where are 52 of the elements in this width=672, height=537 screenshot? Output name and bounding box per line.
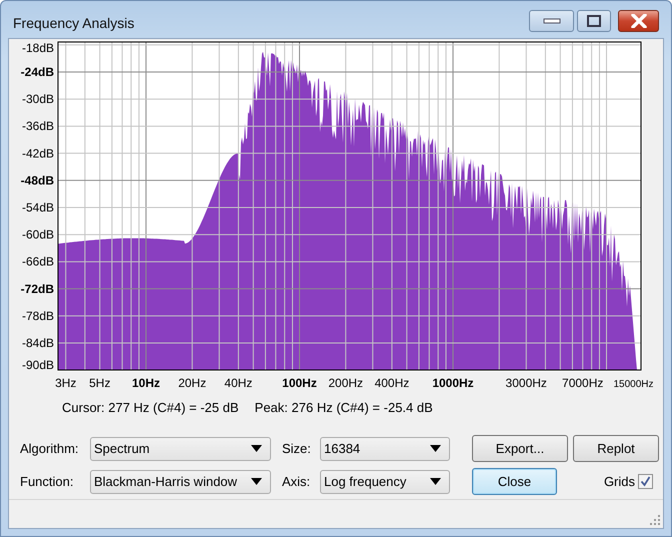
window-title: Frequency Analysis bbox=[13, 14, 134, 30]
axis-label: 10Hz bbox=[132, 376, 160, 390]
axis-label: -48dB bbox=[20, 173, 54, 188]
field-label: Function: bbox=[20, 474, 74, 489]
field-label: Axis: bbox=[282, 474, 312, 489]
maximize-icon bbox=[587, 15, 601, 27]
axis-label: -24dB bbox=[20, 65, 54, 79]
field-label: Algorithm: bbox=[20, 441, 80, 456]
dialog-button[interactable]: Export... bbox=[472, 435, 568, 462]
caret-icon bbox=[430, 445, 441, 452]
axis-label: -54dB bbox=[22, 200, 54, 214]
dropdown[interactable]: 16384 bbox=[320, 436, 450, 460]
axis-label: 400Hz bbox=[374, 376, 410, 390]
axis-label: 15000Hz bbox=[614, 379, 654, 390]
dropdown[interactable]: Blackman-Harris window bbox=[90, 470, 271, 494]
caret-icon bbox=[251, 478, 262, 485]
axis-label: 1000Hz bbox=[432, 376, 474, 390]
axis-label: -30dB bbox=[22, 92, 54, 106]
field-label: Size: bbox=[282, 441, 312, 456]
peak-readout: Peak: 276 Hz (C#4) = -25.4 dB bbox=[254, 400, 433, 417]
axis-label: 5Hz bbox=[89, 376, 110, 390]
maximize-button[interactable] bbox=[577, 10, 611, 32]
minimize-button[interactable] bbox=[529, 10, 574, 32]
dropdown[interactable]: Spectrum bbox=[90, 436, 271, 460]
resize-grip-icon[interactable] bbox=[650, 515, 661, 526]
dialog-button[interactable]: Replot bbox=[573, 435, 659, 462]
axis-label: 100Hz bbox=[282, 376, 317, 390]
caret-icon bbox=[251, 445, 262, 452]
checkbox-label: Grids bbox=[604, 474, 635, 489]
checkbox[interactable] bbox=[638, 474, 653, 489]
axis-label: -66dB bbox=[22, 254, 54, 269]
axis-label: 7000Hz bbox=[562, 376, 604, 390]
axis-label: -78dB bbox=[22, 308, 54, 323]
axis-label: -18dB bbox=[22, 41, 54, 55]
axis-label: 40Hz bbox=[224, 376, 252, 390]
dialog-button[interactable]: Close bbox=[472, 468, 557, 495]
close-icon bbox=[630, 14, 646, 28]
axis-label: -42dB bbox=[22, 146, 54, 160]
dropdown[interactable]: Log frequency bbox=[320, 470, 450, 494]
axis-label: -36dB bbox=[22, 119, 54, 134]
axis-label: -60dB bbox=[22, 228, 54, 242]
axis-label: 3Hz bbox=[55, 376, 76, 390]
caret-icon bbox=[430, 478, 441, 485]
close-button[interactable] bbox=[618, 10, 659, 32]
axis-label: 3000Hz bbox=[506, 376, 547, 390]
axis-label: -84dB bbox=[22, 336, 54, 350]
minimize-icon bbox=[542, 17, 560, 25]
axis-label: -72dB bbox=[20, 282, 54, 296]
axis-label: -90dB bbox=[22, 358, 54, 372]
axis-label: 20Hz bbox=[178, 376, 206, 390]
axis-label: 200Hz bbox=[328, 376, 364, 390]
cursor-readout: Cursor: 277 Hz (C#4) = -25 dB bbox=[62, 400, 239, 417]
